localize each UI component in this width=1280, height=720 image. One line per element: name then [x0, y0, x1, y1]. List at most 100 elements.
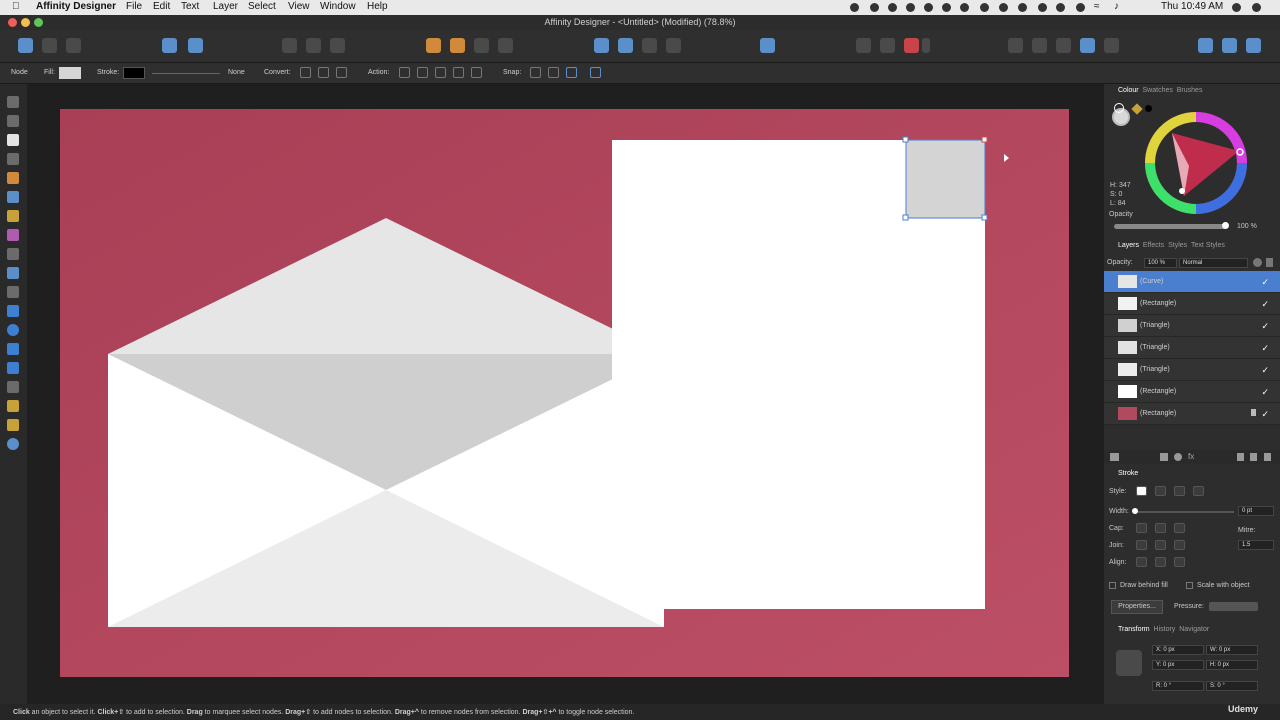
- menu-text[interactable]: Text: [181, 1, 199, 12]
- close-curve-icon[interactable]: [417, 67, 428, 78]
- close-window-icon[interactable]: [8, 18, 17, 27]
- tab-navigator[interactable]: Navigator: [1179, 626, 1209, 633]
- document-view[interactable]: [27, 84, 1103, 704]
- rotate-left-icon[interactable]: [642, 38, 657, 53]
- hat-icon[interactable]: [1018, 3, 1027, 12]
- ellipse-tool-icon[interactable]: [7, 324, 19, 336]
- bluetooth-icon[interactable]: [1076, 3, 1085, 12]
- snap-handles-icon[interactable]: [566, 67, 577, 78]
- scale-with-object-checkbox[interactable]: [1186, 582, 1193, 589]
- stroke-width-slider[interactable]: [152, 73, 220, 74]
- message-icon[interactable]: [942, 3, 951, 12]
- rectangle-tool-icon[interactable]: [7, 305, 19, 317]
- corner-tool-icon[interactable]: [7, 153, 19, 165]
- magnet-icon[interactable]: [904, 38, 919, 53]
- place-image-tool-icon[interactable]: [7, 267, 19, 279]
- grid-icon[interactable]: [856, 38, 871, 53]
- snapping-icon[interactable]: [188, 38, 203, 53]
- add-icon[interactable]: [1008, 38, 1023, 53]
- visibility-checkbox[interactable]: ✓: [1261, 387, 1269, 398]
- width-slider[interactable]: [1134, 511, 1234, 513]
- divide-icon[interactable]: [1080, 38, 1095, 53]
- tab-text-styles[interactable]: Text Styles: [1191, 242, 1225, 249]
- snap-transform-icon[interactable]: [590, 67, 601, 78]
- apple-icon[interactable]: : [12, 1, 20, 12]
- folder-icon[interactable]: [1250, 453, 1257, 461]
- assistant-icon[interactable]: [162, 38, 177, 53]
- pen-tool-icon[interactable]: [7, 172, 19, 184]
- flag-icon[interactable]: [999, 3, 1008, 12]
- align-inside-icon[interactable]: [1136, 557, 1147, 567]
- combine-icon[interactable]: [1104, 38, 1119, 53]
- tab-transform[interactable]: Transform: [1118, 626, 1150, 633]
- crop-tool-icon[interactable]: [7, 286, 19, 298]
- app-menu[interactable]: Affinity Designer: [36, 1, 116, 12]
- chevron-down-icon[interactable]: [922, 38, 930, 53]
- break-curve-icon[interactable]: [399, 67, 410, 78]
- round-cap-icon[interactable]: [1155, 523, 1166, 533]
- sharp-node-icon[interactable]: [300, 67, 311, 78]
- flip-vertical-icon[interactable]: [618, 38, 633, 53]
- no-stroke-icon[interactable]: [1136, 486, 1147, 496]
- smooth-curve-icon[interactable]: [435, 67, 446, 78]
- align-outside-icon[interactable]: [1174, 557, 1185, 567]
- colour-picker-icon[interactable]: [1131, 103, 1143, 115]
- layers-stack-icon[interactable]: [1110, 453, 1119, 461]
- tab-brushes[interactable]: Brushes: [1177, 87, 1203, 94]
- retina-view-icon[interactable]: [330, 38, 345, 53]
- align-center-icon[interactable]: [1155, 557, 1166, 567]
- join-curves-icon[interactable]: [453, 67, 464, 78]
- export-persona-icon[interactable]: [66, 38, 81, 53]
- fx-icon[interactable]: fx: [1188, 452, 1194, 461]
- move-front-icon[interactable]: [474, 38, 489, 53]
- menu-file[interactable]: File: [126, 1, 142, 12]
- visibility-checkbox[interactable]: ✓: [1261, 365, 1269, 376]
- settings-icon[interactable]: [1222, 38, 1237, 53]
- notification-icon[interactable]: [1252, 3, 1261, 12]
- properties-button[interactable]: Properties...: [1111, 600, 1163, 614]
- snap-curves-icon[interactable]: [548, 67, 559, 78]
- text-tool-icon[interactable]: [7, 381, 19, 393]
- round-join-icon[interactable]: [1155, 540, 1166, 550]
- snap-nodes-icon[interactable]: [530, 67, 541, 78]
- menu-help[interactable]: Help: [367, 1, 388, 12]
- layer-opacity-field[interactable]: 100 %: [1144, 258, 1177, 268]
- anchor-selector[interactable]: [1116, 650, 1142, 676]
- transparency-tool-icon[interactable]: [7, 248, 19, 260]
- opacity-slider[interactable]: [1114, 224, 1227, 229]
- gear-icon[interactable]: [1253, 258, 1262, 267]
- draw-behind-fill-checkbox[interactable]: [1109, 582, 1116, 589]
- node-handle[interactable]: [902, 136, 909, 143]
- blend-mode-select[interactable]: Normal: [1179, 258, 1248, 268]
- mask-icon[interactable]: [1160, 453, 1168, 461]
- shear-field[interactable]: S: 0 °: [1206, 681, 1258, 691]
- triangle-tool-icon[interactable]: [7, 362, 19, 374]
- bevel-join-icon[interactable]: [1174, 540, 1185, 550]
- h-field[interactable]: H: 0 px: [1206, 660, 1258, 670]
- tab-layers[interactable]: Layers: [1118, 242, 1139, 249]
- subtract-icon[interactable]: [1032, 38, 1047, 53]
- wifi-icon[interactable]: ≈: [1094, 1, 1100, 12]
- sync-icon[interactable]: [870, 3, 879, 12]
- fill-tool-icon[interactable]: [7, 229, 19, 241]
- miter-join-icon[interactable]: [1136, 540, 1147, 550]
- smooth-node-icon[interactable]: [318, 67, 329, 78]
- canvas[interactable]: [27, 84, 1103, 704]
- fill-swatch[interactable]: [59, 67, 81, 79]
- rounded-rectangle-tool-icon[interactable]: [7, 343, 19, 355]
- pencil-tool-icon[interactable]: [7, 191, 19, 203]
- shield-icon[interactable]: [980, 3, 989, 12]
- layer-row[interactable]: (Rectangle) ✓: [1104, 293, 1280, 315]
- visibility-checkbox[interactable]: ✓: [1261, 343, 1269, 354]
- volume-icon[interactable]: ♪: [1114, 1, 1119, 12]
- wheel-icon[interactable]: [960, 3, 969, 12]
- tab-styles[interactable]: Styles: [1168, 242, 1187, 249]
- clock[interactable]: Thu 10:49 AM: [1161, 1, 1223, 12]
- add-layer-icon[interactable]: [1237, 453, 1244, 461]
- visibility-checkbox[interactable]: ✓: [1261, 299, 1269, 310]
- pixel-persona-icon[interactable]: [42, 38, 57, 53]
- layer-row[interactable]: (Triangle) ✓: [1104, 337, 1280, 359]
- butt-cap-icon[interactable]: [1136, 523, 1147, 533]
- move-forward-icon[interactable]: [450, 38, 465, 53]
- menu-view[interactable]: View: [288, 1, 310, 12]
